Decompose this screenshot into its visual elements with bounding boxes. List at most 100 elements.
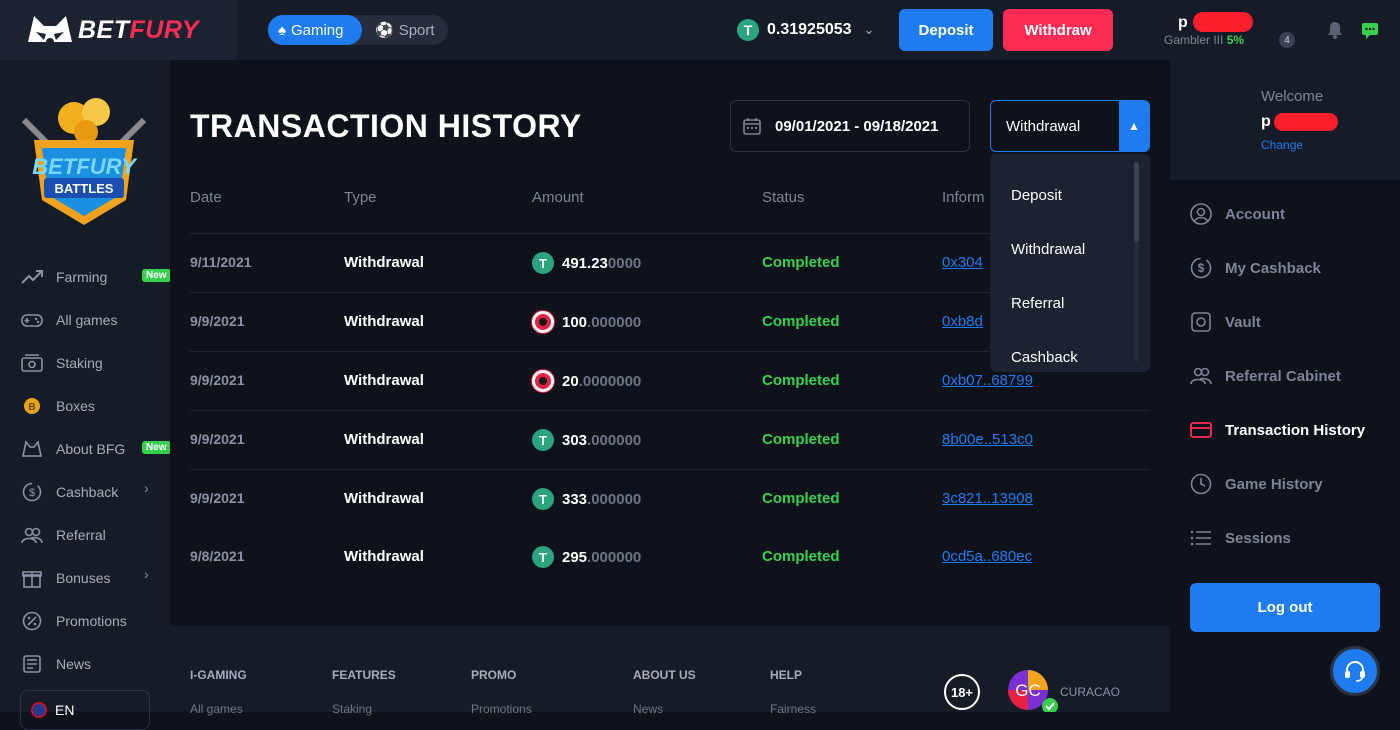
type-select[interactable]: Withdrawal ▲ <box>990 100 1150 152</box>
row-tx-link[interactable]: 0cd5a..680ec <box>942 548 1032 565</box>
card-icon <box>1190 419 1212 441</box>
right-sidebar: Welcome p Change Account $ My Cashback V… <box>1170 60 1400 712</box>
footer-link-fairness[interactable]: Fairness <box>770 702 816 716</box>
chat-icon[interactable] <box>1360 20 1380 40</box>
sidebar-item-news[interactable]: News <box>20 652 170 676</box>
row-date: 9/9/2021 <box>190 431 245 447</box>
row-amount: T 295.000000 <box>532 546 641 568</box>
dropdown-option-withdrawal[interactable]: Withdrawal <box>1011 241 1085 258</box>
usdt-coin-icon: T <box>532 488 554 510</box>
referral-icon <box>20 523 44 547</box>
banner-text-betfury: BETFURY <box>32 154 138 179</box>
clock-icon <box>1190 473 1212 495</box>
sidebar-item-cashback[interactable]: $ Cashback › <box>20 480 170 504</box>
deposit-button[interactable]: Deposit <box>899 9 993 51</box>
curacao-license-logo[interactable]: GC CURACAO <box>998 666 1128 712</box>
row-status: Completed <box>762 490 840 507</box>
new-badge: New <box>142 269 171 282</box>
row-status: Completed <box>762 313 840 330</box>
bell-icon[interactable] <box>1325 20 1345 40</box>
column-header-type: Type <box>344 189 377 206</box>
footer-link-news[interactable]: News <box>633 702 663 716</box>
row-amount: T 333.000000 <box>532 488 641 510</box>
row-type: Withdrawal <box>344 431 424 448</box>
row-tx-link[interactable]: 8b00e..513c0 <box>942 431 1033 448</box>
footer-heading-promo: PROMO <box>471 668 517 682</box>
left-sidebar: BETFURY BATTLES Farming New All games St… <box>0 60 171 730</box>
row-tx-link[interactable]: 0x304 <box>942 254 983 271</box>
usdt-coin-icon: T <box>532 252 554 274</box>
dropdown-option-deposit[interactable]: Deposit <box>1011 187 1062 204</box>
gift-icon <box>20 566 44 590</box>
row-tx-link[interactable]: 0xb8d <box>942 313 983 330</box>
page-title: TRANSACTION HISTORY <box>190 108 582 144</box>
coin-icon: B <box>20 394 44 418</box>
footer-link-all-games[interactable]: All games <box>190 702 243 716</box>
date-range-value: 09/01/2021 - 09/18/2021 <box>775 117 939 135</box>
chart-up-icon <box>20 265 44 289</box>
account-link[interactable]: Account <box>1190 202 1285 226</box>
gc-text: GC <box>1015 681 1041 700</box>
sidebar-item-bonuses[interactable]: Bonuses › <box>20 566 170 590</box>
chevron-down-icon: ⌄ <box>863 22 875 37</box>
dropdown-option-cashback[interactable]: Cashback <box>1011 349 1078 366</box>
sport-tab[interactable]: ⚽ Sport <box>365 15 447 45</box>
cashback-icon: $ <box>1190 257 1212 279</box>
row-type: Withdrawal <box>344 254 424 271</box>
cashback-icon: $ <box>20 480 44 504</box>
transaction-history-link[interactable]: Transaction History <box>1190 418 1365 442</box>
staking-icon <box>20 351 44 375</box>
percent-icon <box>20 609 44 633</box>
support-headset-icon[interactable] <box>1330 646 1380 696</box>
row-date: 9/11/2021 <box>190 254 252 270</box>
date-range-picker[interactable]: 09/01/2021 - 09/18/2021 <box>730 100 970 152</box>
change-name-link[interactable]: Change <box>1261 138 1303 152</box>
sessions-link[interactable]: Sessions <box>1190 526 1291 550</box>
bfg-coin-icon <box>532 370 554 392</box>
column-header-amount: Amount <box>532 189 584 206</box>
referral-cabinet-link[interactable]: Referral Cabinet <box>1190 364 1341 388</box>
bfg-icon <box>20 437 44 461</box>
language-selector[interactable]: EN <box>20 690 150 730</box>
sidebar-item-all-games[interactable]: All games <box>20 308 170 332</box>
type-select-value: Withdrawal <box>1006 117 1081 135</box>
footer-link-promotions[interactable]: Promotions <box>471 702 532 716</box>
level-badge: 4 <box>1279 32 1295 48</box>
sidebar-item-referral[interactable]: Referral <box>20 523 170 547</box>
my-cashback-link[interactable]: $ My Cashback <box>1190 256 1321 280</box>
dropdown-option-referral[interactable]: Referral <box>1011 295 1064 312</box>
vault-link[interactable]: Vault <box>1190 310 1261 334</box>
svg-text:$: $ <box>1198 261 1205 275</box>
mode-toggle: ♠ Gaming ⚽ Sport <box>267 15 448 45</box>
spade-icon: ♠ <box>278 21 286 39</box>
footer-link-staking[interactable]: Staking <box>332 702 372 716</box>
banner-text-battles: BATTLES <box>55 181 114 196</box>
sidebar-item-promotions[interactable]: Promotions <box>20 609 170 633</box>
dropdown-scrollbar[interactable] <box>1134 162 1139 242</box>
chevron-up-icon[interactable]: ▲ <box>1119 101 1149 151</box>
column-header-date: Date <box>190 189 222 206</box>
sidebar-item-farming[interactable]: Farming New <box>20 265 171 289</box>
balance-selector[interactable]: T 0.31925053 ⌄ <box>737 19 874 41</box>
chevron-right-icon: › <box>144 480 149 496</box>
withdraw-button[interactable]: Withdraw <box>1003 9 1113 51</box>
sidebar-item-about-bfg[interactable]: About BFG New <box>20 437 171 461</box>
row-tx-link[interactable]: 3c821..13908 <box>942 490 1033 507</box>
referral-icon <box>1190 365 1212 387</box>
logo-text: BETFURY <box>78 16 200 44</box>
betfury-battles-banner[interactable]: BETFURY BATTLES <box>14 90 154 230</box>
row-date: 9/9/2021 <box>190 372 245 388</box>
balance-value: 0.31925053 <box>767 21 852 38</box>
row-type: Withdrawal <box>344 313 424 330</box>
user-profile[interactable]: p Gambler III 5% <box>1160 12 1270 52</box>
usdt-coin-icon: T <box>737 19 759 41</box>
sidebar-item-boxes[interactable]: B Boxes <box>20 394 170 418</box>
calendar-icon <box>743 118 761 135</box>
user-name: p <box>1178 14 1188 31</box>
row-tx-link[interactable]: 0xb07..68799 <box>942 372 1033 389</box>
gaming-tab[interactable]: ♠ Gaming <box>268 15 362 45</box>
game-history-link[interactable]: Game History <box>1190 472 1323 496</box>
sidebar-item-staking[interactable]: Staking <box>20 351 170 375</box>
row-divider <box>190 410 1150 411</box>
logout-button[interactable]: Log out <box>1190 583 1380 632</box>
